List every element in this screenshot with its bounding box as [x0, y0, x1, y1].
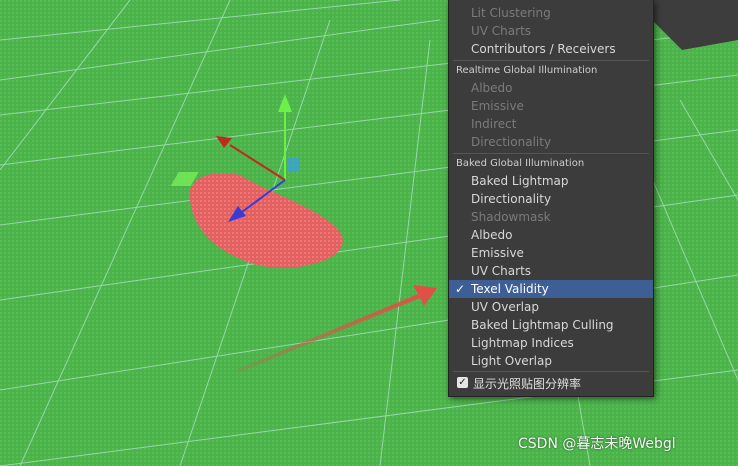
menu-item-baked-albedo[interactable]: Albedo — [449, 226, 653, 244]
checkbox-checked-icon[interactable]: ✓ — [457, 377, 468, 388]
menu-item-realtime-directionality[interactable]: Directionality — [449, 133, 653, 151]
menu-separator — [453, 371, 649, 372]
menu-item-lit-clustering[interactable]: Lit Clustering — [449, 4, 653, 22]
menu-item-shadowmask[interactable]: Shadowmask — [449, 208, 653, 226]
menu-item-baked-uv-charts[interactable]: UV Charts — [449, 262, 653, 280]
menu-item-label: Texel Validity — [471, 282, 549, 296]
checkmark-icon: ✓ — [455, 282, 466, 296]
show-lightmap-resolution-toggle[interactable]: ✓ 显示光照贴图分辨率 — [449, 374, 653, 394]
menu-item-contributors-receivers[interactable]: Contributors / Receivers — [449, 40, 653, 58]
menu-item-light-overlap[interactable]: Light Overlap — [449, 352, 653, 370]
section-header-baked-gi: Baked Global Illumination — [456, 158, 585, 169]
section-header-realtime-gi: Realtime Global Illumination — [456, 65, 598, 76]
menu-item-lightmap-indices[interactable]: Lightmap Indices — [449, 334, 653, 352]
draw-mode-dropdown-menu[interactable]: Lit Clustering UV Charts Contributors / … — [448, 0, 654, 397]
menu-item-baked-lightmap-culling[interactable]: Baked Lightmap Culling — [449, 316, 653, 334]
watermark: CSDN @暮志未晚Webgl — [518, 436, 676, 452]
menu-item-baked-lightmap[interactable]: Baked Lightmap — [449, 172, 653, 190]
menu-item-realtime-emissive[interactable]: Emissive — [449, 97, 653, 115]
menu-item-baked-emissive[interactable]: Emissive — [449, 244, 653, 262]
menu-item-realtime-indirect[interactable]: Indirect — [449, 115, 653, 133]
menu-item-realtime-albedo[interactable]: Albedo — [449, 79, 653, 97]
menu-separator — [453, 60, 649, 61]
menu-separator — [453, 153, 649, 154]
menu-item-texel-validity[interactable]: ✓ Texel Validity — [449, 280, 653, 298]
menu-item-uv-overlap[interactable]: UV Overlap — [449, 298, 653, 316]
menu-item-uv-charts[interactable]: UV Charts — [449, 22, 653, 40]
toggle-label: 显示光照贴图分辨率 — [473, 377, 582, 391]
menu-item-baked-directionality[interactable]: Directionality — [449, 190, 653, 208]
dark-corner-panel — [652, 0, 738, 50]
